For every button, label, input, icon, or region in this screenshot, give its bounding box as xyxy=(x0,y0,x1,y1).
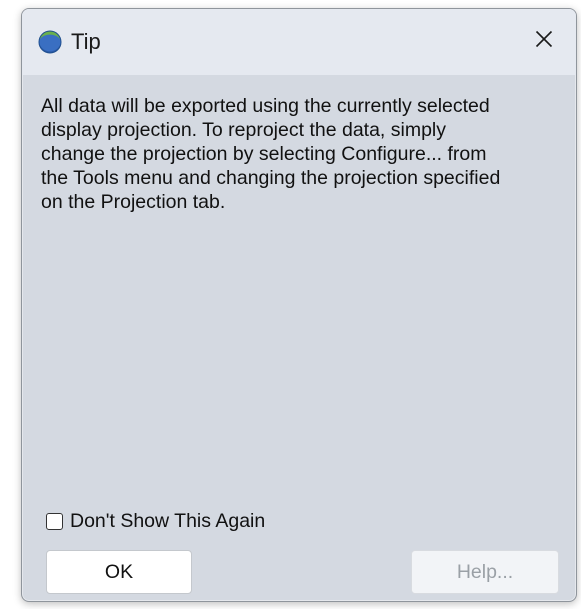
checkbox-box[interactable] xyxy=(46,512,63,530)
tip-message: All data will be exported using the curr… xyxy=(41,95,501,213)
close-button[interactable] xyxy=(512,9,576,73)
help-button[interactable]: Help... xyxy=(411,550,559,594)
title-bar[interactable]: Tip xyxy=(22,9,576,75)
globe-app-icon xyxy=(36,29,64,55)
window-title: Tip xyxy=(71,29,101,54)
tip-dialog: Tip All data will be exported using the … xyxy=(21,8,577,602)
ok-button[interactable]: OK xyxy=(46,550,192,594)
close-icon xyxy=(535,30,553,53)
dont-show-again-checkbox[interactable]: Don't Show This Again xyxy=(46,509,265,533)
checkbox-label: Don't Show This Again xyxy=(70,510,266,532)
